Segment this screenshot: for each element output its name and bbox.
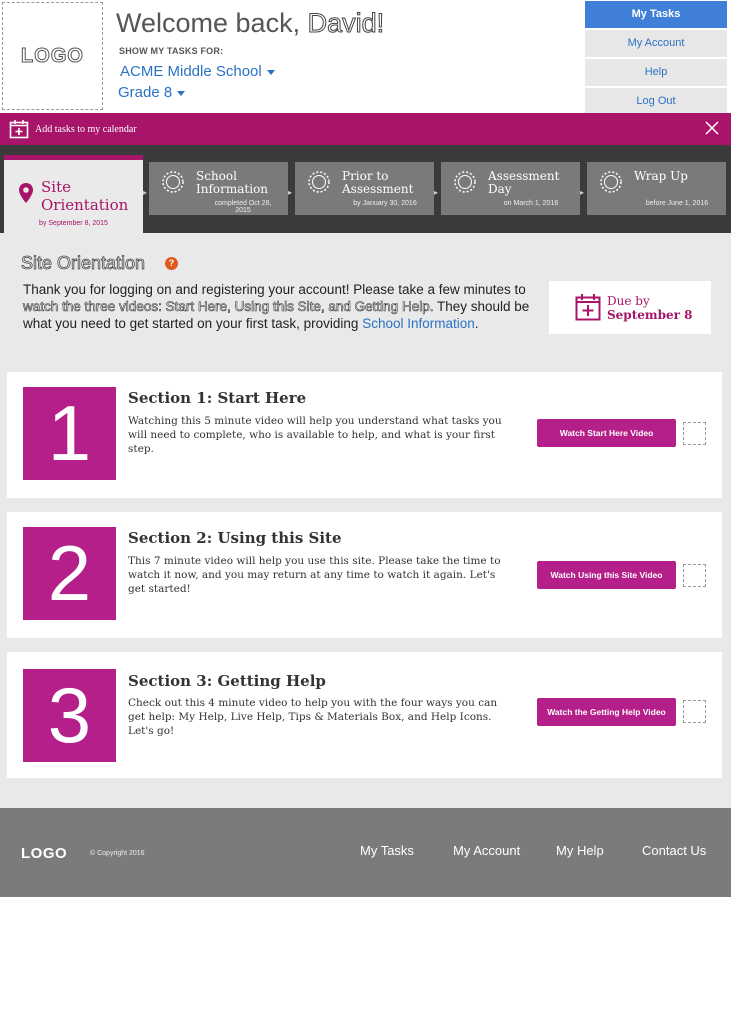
section-description: Watching this 5 minute video will help y… [128,415,502,455]
completion-checkbox[interactable] [683,564,706,587]
intro-highlight: watch the three videos: Start Here, Usin… [23,299,434,315]
copyright: © Copyright 2016 [90,850,145,857]
footer-link-my-help[interactable]: My Help [556,843,604,858]
intro-start: Thank you for logging on and registering… [23,282,526,297]
completion-checkbox[interactable] [683,700,706,723]
chevron-down-icon [177,90,186,96]
section-number: 2 [23,527,116,620]
dashed-circle-icon [162,171,184,193]
nav-log-out[interactable]: Log Out [585,88,727,115]
section-description: This 7 minute video will help you use th… [128,555,501,595]
step-date: completed Oct 28, 2015 [214,200,272,214]
chevron-down-icon [266,69,275,75]
welcome-name: David! [307,8,385,39]
welcome-heading: Welcome back, David! [116,8,385,39]
intro-end: . [474,316,479,331]
close-icon[interactable] [705,121,719,135]
due-label: Due by [607,294,650,308]
step-prior-to-assessment[interactable]: Prior to Assessment by January 30, 2016 [295,162,434,215]
section-title: Section 3: Getting Help [128,672,326,690]
step-date: by September 8, 2015 [39,220,108,227]
welcome-prefix: Welcome back, [116,8,308,38]
section-number: 1 [23,387,116,480]
header-logo: LOGO [2,2,103,110]
step-title: Site Orientation [41,178,129,214]
header-logo-text: LOGO [21,44,84,67]
school-information-link[interactable]: School Information [362,316,475,331]
section-card-2: 2 Section 2: Using this Site This 7 minu… [7,512,722,638]
section-card-1: 1 Section 1: Start Here Watching this 5 … [7,372,722,498]
step-title: Assessment Day [488,169,560,196]
watch-start-here-button[interactable]: Watch Start Here Video [537,419,676,447]
dashed-circle-icon [308,171,330,193]
section-number: 3 [23,669,116,762]
location-pin-icon [19,183,33,203]
nav-my-tasks[interactable]: My Tasks [585,1,727,28]
school-select[interactable]: ACME Middle School [120,63,275,80]
step-date: on March 1, 2016 [503,200,559,207]
step-title: Prior to Assessment [342,169,414,196]
due-date-box: Due by September 8 [549,281,711,334]
section-description: Check out this 4 minute video to help yo… [128,697,498,737]
step-school-information[interactable]: School Information completed Oct 28, 2015 [149,162,288,215]
footer-link-my-account[interactable]: My Account [453,843,520,858]
top-nav: My Tasks My Account Help Log Out [585,1,727,117]
help-icon[interactable]: ? [165,257,178,270]
step-title: Wrap Up [634,169,688,183]
calendar-bar: Add tasks to my calendar [0,113,731,145]
chevron-right-icon: ▸ [434,188,439,197]
school-select-value: ACME Middle School [120,63,262,80]
completion-checkbox[interactable] [683,422,706,445]
footer-logo: LOGO [21,845,68,862]
intro-text: Thank you for logging on and registering… [23,281,533,332]
nav-my-account[interactable]: My Account [585,30,727,57]
page-title: Site Orientation [21,253,146,274]
due-date: September 8 [607,308,693,322]
grade-select-value: Grade 8 [118,84,173,101]
step-wrap-up[interactable]: Wrap Up before June 1, 2016 [587,162,726,215]
watch-using-this-site-button[interactable]: Watch Using this Site Video [537,561,676,589]
chevron-right-icon: ▸ [288,188,293,197]
add-to-calendar-link[interactable]: Add tasks to my calendar [35,124,137,135]
nav-help[interactable]: Help [585,59,727,86]
step-site-orientation[interactable]: Site Orientation by September 8, 2015 [4,155,143,233]
calendar-add-icon[interactable] [9,119,29,139]
dashed-circle-icon [454,171,476,193]
dashed-circle-icon [600,171,622,193]
watch-getting-help-button[interactable]: Watch the Getting Help Video [537,698,676,726]
chevron-right-icon: ▸ [580,188,585,197]
section-title: Section 1: Start Here [128,389,307,407]
section-card-3: 3 Section 3: Getting Help Check out this… [7,652,722,778]
grade-select[interactable]: Grade 8 [118,84,186,101]
step-date: before June 1, 2016 [645,200,709,207]
calendar-add-icon [575,294,601,321]
footer: LOGO © Copyright 2016 My Tasks My Accoun… [0,808,731,897]
footer-link-contact-us[interactable]: Contact Us [642,843,706,858]
section-title: Section 2: Using this Site [128,529,342,547]
step-title: School Information [196,169,269,196]
step-date: by January 30, 2016 [353,200,417,207]
show-tasks-label: SHOW MY TASKS FOR: [119,46,224,56]
chevron-right-icon: ▸ [143,188,148,197]
step-assessment-day[interactable]: Assessment Day on March 1, 2016 [441,162,580,215]
footer-link-my-tasks[interactable]: My Tasks [360,843,414,858]
